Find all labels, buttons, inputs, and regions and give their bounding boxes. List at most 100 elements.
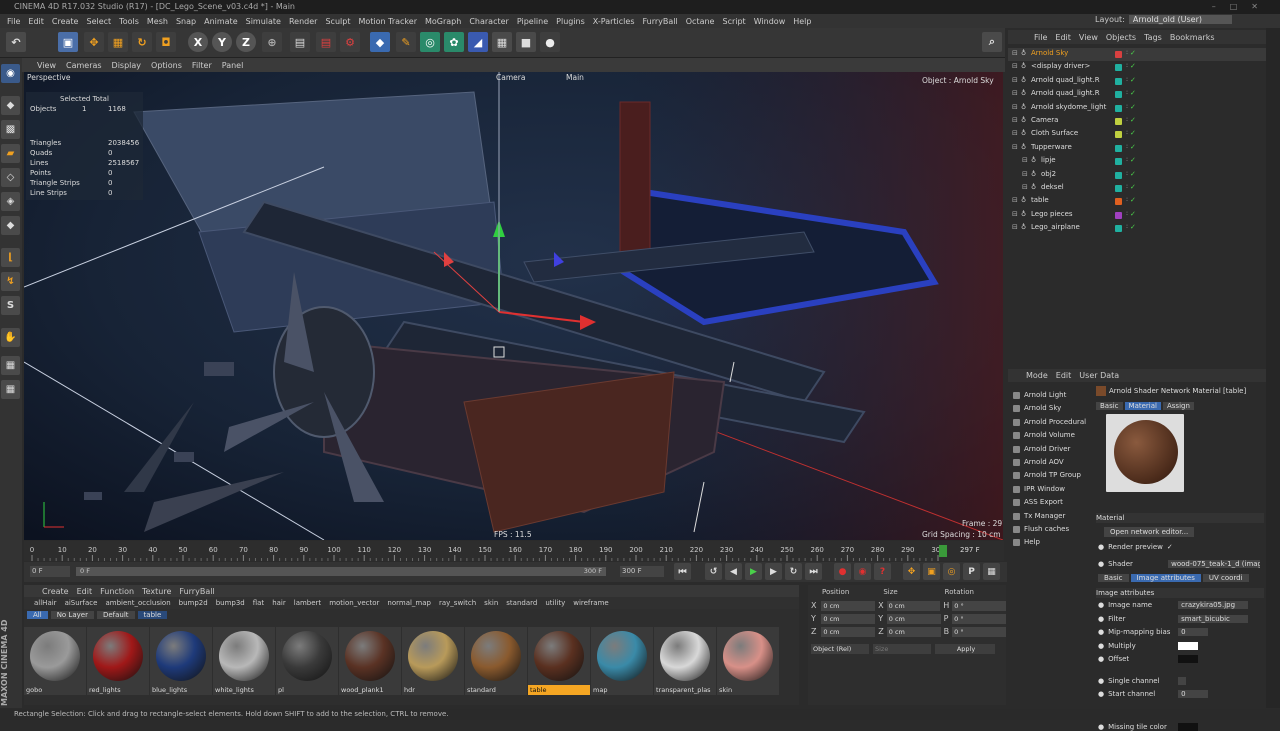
attr-field-value[interactable]: 0: [1178, 690, 1209, 698]
material-transparent-plas[interactable]: transparent_plas: [654, 627, 716, 695]
visibility-dots-icon[interactable]: :: [1126, 210, 1128, 217]
sub-tab-image-attributes[interactable]: Image attributes: [1130, 574, 1201, 582]
visibility-dots-icon[interactable]: :: [1126, 156, 1128, 163]
size-field[interactable]: 0 cm: [886, 600, 941, 611]
enabled-check-icon[interactable]: ✓: [1130, 183, 1136, 191]
material-filter-standard[interactable]: standard: [502, 599, 541, 607]
record-icon[interactable]: ●: [834, 563, 851, 580]
material-map[interactable]: map: [591, 627, 653, 695]
object-name[interactable]: Arnold quad_light.R: [1031, 89, 1100, 97]
material-menu-function[interactable]: Function: [96, 587, 138, 596]
animate-dot-icon[interactable]: ●: [1098, 601, 1104, 609]
visibility-dots-icon[interactable]: :: [1126, 170, 1128, 177]
y-axis-button[interactable]: Y: [212, 32, 232, 52]
layer-color-icon[interactable]: [1115, 118, 1122, 125]
light-icon[interactable]: ●: [540, 32, 560, 52]
window-controls[interactable]: –□✕: [1212, 0, 1272, 14]
object-row[interactable]: ⊟ ♁ Arnold quad_light.R: ✓: [1008, 88, 1266, 101]
undo-icon[interactable]: ↶: [6, 32, 26, 52]
visibility-dots-icon[interactable]: :: [1126, 223, 1128, 230]
arnold-menu-ipr-window[interactable]: IPR Window: [1010, 483, 1090, 496]
goto-start-icon[interactable]: ⏮: [674, 563, 691, 580]
object-menu-edit[interactable]: Edit: [1051, 33, 1075, 42]
arnold-menu-flush-caches[interactable]: Flush caches: [1010, 523, 1090, 536]
shader-select[interactable]: wood-075_teak-1_d (image): [1168, 560, 1261, 568]
select-tool-icon[interactable]: ▣: [58, 32, 78, 52]
pen-icon[interactable]: ✎: [396, 32, 416, 52]
attr-field-value[interactable]: [1178, 655, 1199, 663]
object-name[interactable]: table: [1031, 196, 1049, 204]
object-name[interactable]: <display driver>: [1031, 62, 1090, 70]
lock-workplane-icon[interactable]: ✋: [1, 328, 20, 347]
coord-mode-select[interactable]: Object (Rel): [811, 643, 869, 654]
layer-tab-no-layer[interactable]: No Layer: [50, 611, 94, 619]
material-hdr[interactable]: hdr: [402, 627, 464, 695]
arnold-menu-help[interactable]: Help: [1010, 536, 1090, 549]
object-row[interactable]: ⊟ ♁ <display driver>: ✓: [1008, 61, 1266, 74]
timeline-ruler[interactable]: 0 10 20 30 40 50 60 70 80 90 100 110 120 130 140 150 160…: [24, 541, 1004, 561]
snap-icon[interactable]: S: [1, 296, 20, 315]
material-filter-utility[interactable]: utility: [541, 599, 569, 607]
material-gobo[interactable]: gobo: [24, 627, 86, 695]
start-frame-field[interactable]: 0 F: [30, 566, 70, 577]
goto-end-icon[interactable]: ⏭: [805, 563, 822, 580]
arnold-menu-arnold-light[interactable]: Arnold Light: [1010, 389, 1090, 402]
step-forward-icon[interactable]: ▶: [765, 563, 782, 580]
expand-icon[interactable]: ⊟: [1012, 129, 1018, 137]
object-name[interactable]: Cloth Surface: [1031, 129, 1078, 137]
object-row[interactable]: ⊟ ♁ obj2: ✓: [1008, 169, 1266, 182]
array-icon[interactable]: ✿: [444, 32, 464, 52]
enabled-check-icon[interactable]: ✓: [1130, 196, 1136, 204]
attr-field-value[interactable]: [1178, 641, 1199, 650]
visibility-dots-icon[interactable]: :: [1126, 62, 1128, 69]
attr-menu-mode[interactable]: Mode: [1022, 371, 1052, 380]
attr-field-value[interactable]: [1178, 676, 1187, 685]
layer-tab-all[interactable]: All: [27, 611, 48, 619]
enabled-check-icon[interactable]: ✓: [1130, 89, 1136, 97]
expand-icon[interactable]: ⊟: [1012, 103, 1018, 111]
material-filter-bump2d[interactable]: bump2d: [175, 599, 212, 607]
position-field[interactable]: 0 cm: [821, 613, 876, 624]
viewport-menu-panel[interactable]: Panel: [217, 61, 249, 70]
material-menu-create[interactable]: Create: [38, 587, 73, 596]
object-name[interactable]: Arnold Sky: [1031, 49, 1068, 57]
object-row[interactable]: ⊟ ♁ deksel: ✓: [1008, 182, 1266, 195]
menu-animate[interactable]: Animate: [200, 17, 242, 26]
enabled-check-icon[interactable]: ✓: [1130, 116, 1136, 124]
layer-color-icon[interactable]: [1115, 51, 1122, 58]
cube-icon[interactable]: ◆: [370, 32, 390, 52]
z-axis-button[interactable]: Z: [236, 32, 256, 52]
material-menu-texture[interactable]: Texture: [138, 587, 175, 596]
arnold-menu-arnold-aov[interactable]: Arnold AOV: [1010, 456, 1090, 469]
viewport-menu-display[interactable]: Display: [107, 61, 147, 70]
material-filter-skin[interactable]: skin: [480, 599, 502, 607]
material-filter-allhair[interactable]: allHair: [30, 599, 61, 607]
animate-dot-icon[interactable]: ●: [1098, 723, 1104, 731]
visibility-dots-icon[interactable]: :: [1126, 116, 1128, 123]
object-row[interactable]: ⊟ ♁ table: ✓: [1008, 195, 1266, 208]
polygons-mode-icon[interactable]: ◆: [1, 216, 20, 235]
layer-color-icon[interactable]: [1115, 158, 1122, 166]
arnold-menu-arnold-sky[interactable]: Arnold Sky: [1010, 402, 1090, 415]
material-filter-lambert[interactable]: lambert: [290, 599, 325, 607]
animate-dot-icon[interactable]: ●: [1098, 615, 1104, 623]
menu-window[interactable]: Window: [750, 17, 790, 26]
layer-color-icon[interactable]: [1115, 225, 1122, 233]
material-menu-furryball[interactable]: FurryBall: [175, 587, 218, 596]
layer-color-icon[interactable]: [1115, 91, 1122, 99]
make-editable-icon[interactable]: ◉: [1, 64, 20, 83]
enabled-check-icon[interactable]: ✓: [1130, 129, 1136, 137]
object-row[interactable]: ⊟ ♁ Lego pieces: ✓: [1008, 209, 1266, 222]
material-filter-ray_switch[interactable]: ray_switch: [435, 599, 480, 607]
menu-script[interactable]: Script: [718, 17, 749, 26]
menu-character[interactable]: Character: [465, 17, 513, 26]
menu-plugins[interactable]: Plugins: [552, 17, 589, 26]
material-filter-normal_map[interactable]: normal_map: [383, 599, 435, 607]
render-view-icon[interactable]: ▤: [290, 32, 310, 52]
menu-mesh[interactable]: Mesh: [143, 17, 172, 26]
object-menu-bookmarks[interactable]: Bookmarks: [1166, 33, 1219, 42]
layer-color-icon[interactable]: [1115, 144, 1122, 152]
workplane-icon[interactable]: ▰: [1, 144, 20, 163]
arnold-menu-ass-export[interactable]: ASS Export: [1010, 496, 1090, 509]
playhead[interactable]: [939, 545, 947, 557]
